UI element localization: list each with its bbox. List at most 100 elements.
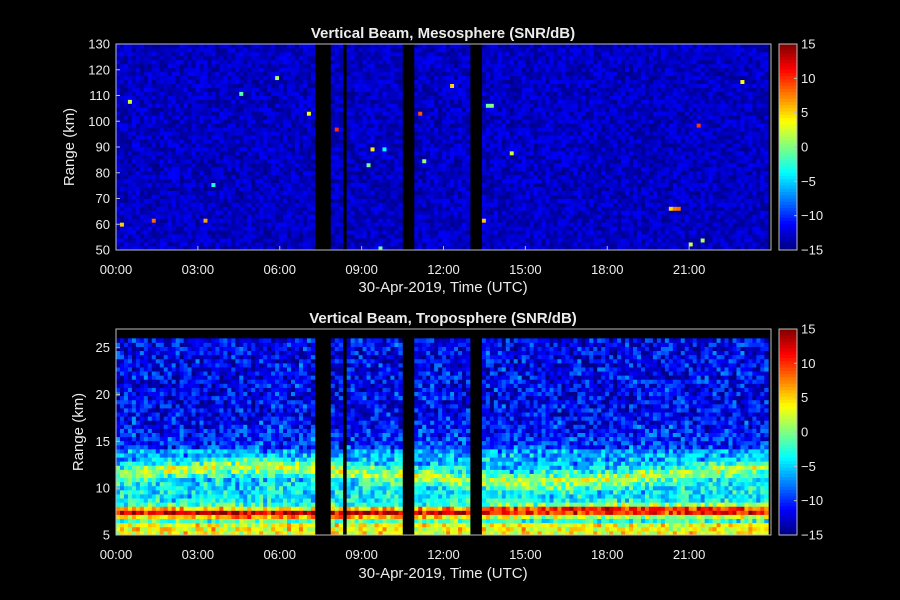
- mesosphere-cell: [398, 202, 403, 207]
- mesosphere-cell: [139, 230, 145, 235]
- mesosphere-cell: [426, 67, 431, 73]
- mesosphere-cell: [191, 139, 196, 144]
- mesosphere-cell: [259, 186, 264, 191]
- mesosphere-cell: [199, 218, 204, 223]
- mesosphere-cell: [155, 242, 161, 247]
- mesosphere-cell: [462, 131, 467, 136]
- mesosphere-cell: [418, 87, 423, 92]
- mesosphere-cell: [414, 87, 419, 92]
- mesosphere-cell: [207, 103, 212, 108]
- mesosphere-cell: [434, 162, 439, 168]
- mesosphere-cell: [493, 178, 499, 184]
- mesosphere-cell: [501, 55, 507, 61]
- mesosphere-cell: [330, 44, 336, 49]
- mesosphere-cell: [525, 222, 531, 227]
- mesosphere-cell: [426, 226, 431, 231]
- mesosphere-cell: [422, 87, 427, 92]
- mesosphere-cell: [394, 198, 399, 203]
- mesosphere-cell: [537, 230, 542, 235]
- mesosphere-cell: [497, 83, 503, 88]
- mesosphere-cell: [362, 131, 367, 136]
- mesosphere-cell: [358, 91, 363, 96]
- mesosphere-cell: [119, 79, 125, 85]
- mesosphere-cell: [119, 143, 125, 148]
- mesosphere-cell: [521, 87, 527, 92]
- mesosphere-cell: [481, 186, 487, 191]
- mesosphere-cell: [481, 71, 487, 77]
- mesosphere-cell: [291, 147, 296, 152]
- mesosphere-cell: [513, 147, 519, 152]
- mesosphere-cell: [267, 127, 272, 132]
- mesosphere-cell: [350, 47, 356, 53]
- mesosphere-cell: [434, 87, 439, 92]
- mesosphere-cell: [394, 182, 399, 188]
- mesosphere-cell: [247, 44, 252, 49]
- mesosphere-cell: [310, 67, 316, 73]
- mesosphere-cell: [294, 135, 300, 140]
- mesosphere-cell: [513, 115, 519, 120]
- mesosphere-cell: [223, 59, 228, 65]
- mesosphere-cell: [442, 115, 447, 120]
- mesosphere-cell: [207, 218, 212, 223]
- mesosphere-cell: [263, 198, 268, 203]
- mesosphere-cell: [386, 226, 391, 231]
- mesosphere-cell: [466, 206, 471, 211]
- mesosphere-cell: [183, 162, 188, 168]
- mesosphere-cell: [251, 55, 256, 61]
- mesosphere-cell: [259, 182, 264, 188]
- mesosphere-cell: [235, 238, 240, 243]
- mesosphere-cell: [513, 202, 519, 207]
- mesosphere-cell: [127, 242, 133, 247]
- mesosphere-cell: [378, 119, 383, 124]
- mesosphere-cell: [211, 147, 216, 152]
- mesosphere-cell: [394, 242, 399, 247]
- mesosphere-cell: [155, 59, 161, 65]
- mesosphere-cell: [298, 139, 304, 144]
- mesosphere-cell: [123, 162, 129, 168]
- mesosphere-cell: [426, 91, 431, 96]
- mesosphere-cell: [171, 103, 177, 108]
- mesosphere-cell: [163, 75, 169, 81]
- mesosphere-cell: [382, 143, 387, 148]
- mesosphere-cell: [374, 190, 379, 195]
- mesosphere-cell: [163, 87, 169, 92]
- mesosphere-cell: [533, 135, 538, 140]
- mesosphere-cell: [446, 111, 451, 116]
- mesosphere-cell: [291, 202, 296, 207]
- mesosphere-cell: [127, 230, 133, 235]
- mesosphere-cell: [350, 75, 356, 81]
- mesosphere-cell: [374, 166, 379, 172]
- mesosphere-cell: [354, 182, 360, 188]
- mesosphere-cell: [263, 218, 268, 223]
- mesosphere-cell: [434, 158, 439, 164]
- mesosphere-cell: [131, 71, 137, 77]
- mesosphere-cell: [382, 162, 387, 168]
- mesosphere-cell: [167, 150, 173, 156]
- mesosphere-cell: [346, 218, 352, 223]
- mesosphere-cell: [294, 174, 300, 180]
- mesosphere-cell: [263, 158, 268, 164]
- mesosphere-cell: [255, 162, 260, 168]
- mesosphere-cell: [394, 67, 399, 73]
- mesosphere-cell: [283, 166, 288, 172]
- mesosphere-cell: [255, 174, 260, 180]
- mesosphere-cell: [123, 75, 129, 81]
- mesosphere-cell: [143, 115, 149, 120]
- mesosphere-cell: [287, 222, 292, 227]
- mesosphere-cell: [219, 143, 224, 148]
- mesosphere-cell: [438, 107, 443, 112]
- mesosphere-cell: [187, 222, 192, 227]
- mesosphere-cell: [350, 198, 356, 203]
- mesosphere-cell: [239, 218, 244, 223]
- mesosphere-cell: [537, 147, 542, 152]
- mesosphere-cell: [374, 95, 379, 100]
- mesosphere-cell: [458, 190, 463, 195]
- mesosphere-cell: [127, 99, 133, 104]
- mesosphere-cell: [454, 55, 459, 61]
- mesosphere-cell: [501, 170, 507, 176]
- mesosphere-cell: [390, 158, 395, 164]
- mesosphere-cell: [207, 123, 212, 128]
- mesosphere-cell: [235, 166, 240, 172]
- mesosphere-cell: [466, 194, 471, 199]
- mesosphere-cell: [525, 95, 531, 100]
